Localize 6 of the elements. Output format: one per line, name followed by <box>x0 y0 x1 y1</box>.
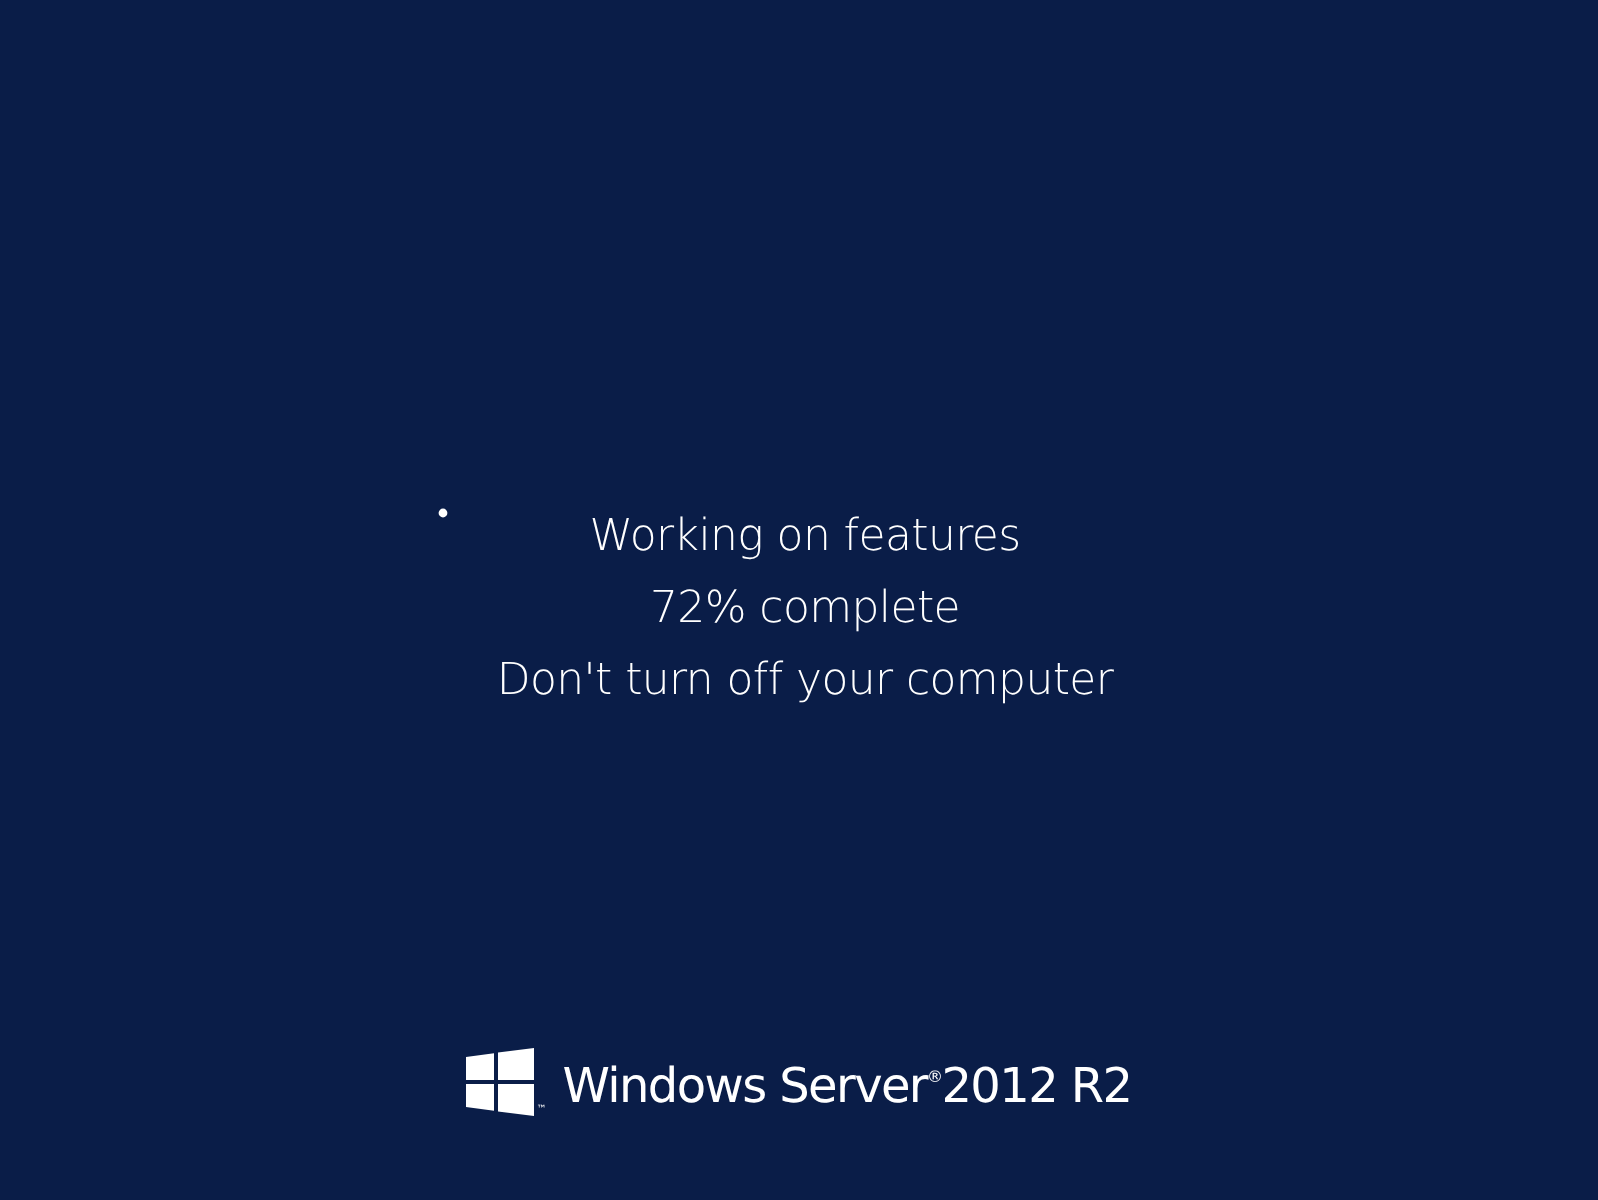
product-name: Windows Server$^{®}$2012 R2 <box>562 1056 1132 1116</box>
progress-spinner-icon <box>438 508 449 518</box>
status-text: Working on features <box>589 510 1021 566</box>
status-text: Don't turn off your computer <box>496 654 1114 710</box>
status-text: 72% complete <box>649 582 961 638</box>
windows-logo-icon <box>466 1048 535 1116</box>
